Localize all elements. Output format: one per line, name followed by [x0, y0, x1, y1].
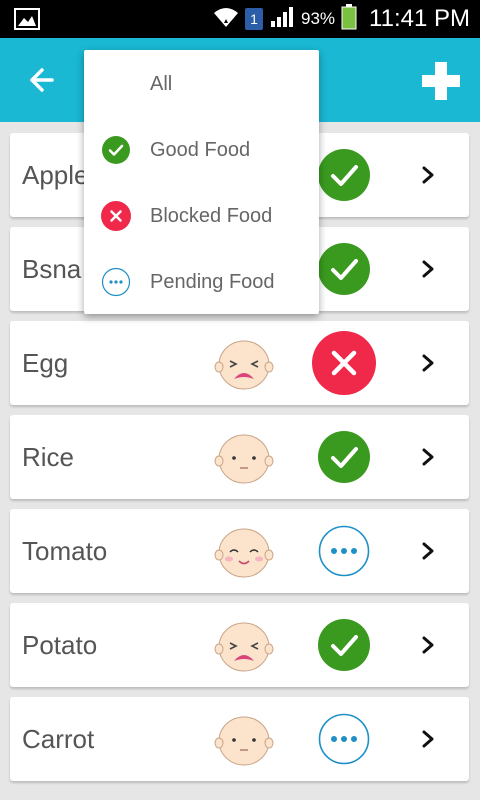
back-button[interactable] — [24, 62, 60, 98]
filter-option-label: Good Food — [150, 139, 251, 161]
filter-option-blocked-food[interactable]: Blocked Food — [84, 183, 319, 249]
food-row[interactable]: Tomato — [10, 509, 469, 593]
food-name: Apple — [22, 160, 89, 190]
neutral-baby-face-icon — [214, 716, 274, 766]
battery-icon — [341, 3, 357, 35]
food-name: Bsna — [22, 254, 82, 284]
filter-option-label: Blocked Food — [150, 205, 273, 227]
x-circle-icon[interactable] — [312, 331, 376, 395]
status-bar: 1 93% 11:41 PM — [0, 0, 480, 38]
chevron-right-icon[interactable] — [420, 353, 436, 373]
check-circle-icon[interactable] — [318, 149, 370, 201]
food-name: Egg — [22, 348, 69, 378]
chevron-right-icon[interactable] — [420, 259, 436, 279]
chevron-right-icon[interactable] — [420, 541, 436, 561]
x-circle-icon — [101, 201, 131, 231]
crying-baby-face-icon — [214, 622, 274, 672]
signal-icon — [269, 5, 295, 34]
image-icon — [14, 8, 40, 35]
filter-option-label: Pending Food — [150, 271, 275, 293]
food-row[interactable]: Carrot — [10, 697, 469, 781]
add-food-button[interactable] — [420, 60, 462, 102]
battery-percent: 93% — [301, 9, 336, 28]
filter-menu: All Good Food Blocked Food Pending Food — [84, 50, 319, 314]
chevron-right-icon[interactable] — [420, 729, 436, 749]
dots-circle-icon[interactable] — [318, 713, 370, 765]
check-circle-icon[interactable] — [318, 619, 370, 671]
arrow-left-icon — [30, 68, 54, 92]
wifi-icon — [213, 5, 239, 34]
sim-icon: 1 — [245, 8, 264, 30]
check-circle-icon — [102, 136, 130, 164]
dots-circle-icon[interactable] — [318, 525, 370, 577]
food-name: Rice — [22, 442, 75, 472]
food-name: Carrot — [22, 724, 95, 754]
filter-option-good-food[interactable]: Good Food — [84, 117, 319, 183]
neutral-baby-face-icon — [214, 434, 274, 484]
filter-option-label: All — [150, 73, 173, 95]
chevron-right-icon[interactable] — [420, 447, 436, 467]
chevron-right-icon[interactable] — [420, 635, 436, 655]
food-name: Potato — [22, 630, 98, 660]
food-row[interactable]: Rice — [10, 415, 469, 499]
check-circle-icon[interactable] — [318, 243, 370, 295]
check-circle-icon[interactable] — [318, 431, 370, 483]
happy-baby-face-icon — [214, 528, 274, 578]
clock: 11:41 PM — [369, 5, 470, 32]
plus-icon — [422, 62, 460, 100]
dots-circle-icon — [101, 267, 131, 297]
food-name: Tomato — [22, 536, 108, 566]
food-row[interactable]: Egg — [10, 321, 469, 405]
chevron-right-icon[interactable] — [420, 165, 436, 185]
filter-option-all[interactable]: All — [84, 51, 319, 117]
crying-baby-face-icon — [214, 340, 274, 390]
food-row[interactable]: Potato — [10, 603, 469, 687]
filter-option-pending-food[interactable]: Pending Food — [84, 249, 319, 315]
